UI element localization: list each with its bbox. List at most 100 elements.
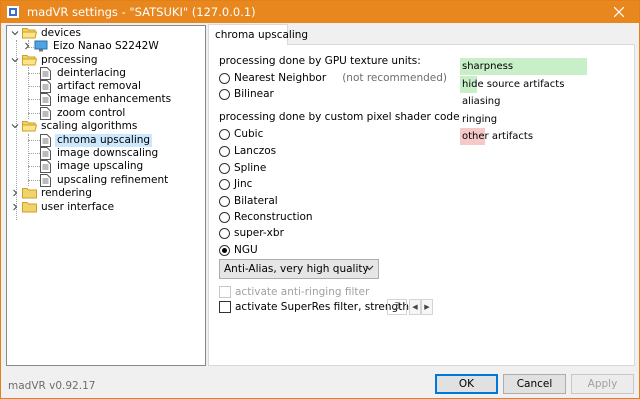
tree-item-image-upscaling[interactable]: image upscaling — [37, 159, 145, 173]
chevron-down-icon — [365, 263, 374, 275]
tree-item-devices[interactable]: devices — [9, 26, 83, 40]
tree-item-eizo-monitor[interactable]: Eizo Nanao S2242W — [21, 39, 161, 53]
tree-item-deinterlacing[interactable]: deinterlacing — [37, 66, 128, 80]
radio-spline[interactable]: Spline — [219, 162, 266, 174]
chevron-down-icon[interactable] — [9, 119, 21, 133]
close-button[interactable] — [599, 1, 639, 23]
folder-icon — [21, 186, 37, 200]
chevron-right-icon[interactable] — [9, 186, 21, 200]
tree-label: rendering — [41, 186, 92, 199]
tree-item-rendering[interactable]: rendering — [9, 186, 94, 200]
tree-item-chroma-upscaling[interactable]: chroma upscaling — [37, 133, 153, 147]
radio-bilateral[interactable]: Bilateral — [219, 195, 278, 207]
ok-button[interactable]: OK — [435, 374, 498, 394]
superres-strength-spinner[interactable]: 3 ◀ ▶ — [387, 299, 433, 315]
chevron-right-icon[interactable] — [21, 39, 33, 53]
radio-label: Bilinear — [234, 88, 274, 100]
radio-circle[interactable] — [219, 145, 230, 157]
close-icon — [614, 7, 624, 17]
tree-item-user-interface[interactable]: user interface — [9, 200, 116, 214]
radio-cubic[interactable]: Cubic — [219, 128, 263, 140]
radio-circle-selected[interactable] — [219, 244, 230, 256]
radio-nearest-neighbor[interactable]: Nearest Neighbor (not recommended) — [219, 72, 447, 84]
document-icon — [37, 106, 53, 120]
tree-item-upscaling-refinement[interactable]: upscaling refinement — [37, 173, 170, 187]
tree-label: image enhancements — [57, 92, 172, 105]
folder-open-icon — [21, 119, 37, 133]
anti-ringing-checkbox[interactable]: activate anti-ringing filter — [219, 286, 369, 298]
radio-circle[interactable] — [219, 211, 230, 223]
radio-bilinear[interactable]: Bilinear — [219, 88, 274, 100]
settings-tree[interactable]: devices Eizo Nanao S2242W processing dei… — [6, 25, 206, 366]
radio-label: Spline — [234, 162, 267, 174]
radio-lanczos[interactable]: Lanczos — [219, 145, 276, 157]
tree-label: chroma upscaling — [55, 133, 153, 147]
legend-row-sharpness: sharpness — [460, 58, 591, 75]
radio-ngu[interactable]: NGU — [219, 244, 258, 256]
radio-label: Reconstruction — [234, 211, 313, 223]
tree-item-processing[interactable]: processing — [9, 53, 100, 67]
quality-dropdown[interactable]: Anti-Alias, very high quality — [219, 259, 379, 279]
madvr-app-icon — [7, 6, 19, 18]
radio-label: Jinc — [234, 178, 253, 190]
tree-label: deinterlacing — [57, 66, 126, 79]
checkbox-box[interactable] — [219, 301, 231, 313]
quality-legend: sharpness hide source artifacts aliasing… — [460, 58, 591, 146]
tree-item-artifact-removal[interactable]: artifact removal — [37, 79, 143, 93]
checkbox-label: activate SuperRes filter, strength: — [235, 301, 413, 313]
legend-label: hide source artifacts — [462, 78, 565, 90]
radio-circle[interactable] — [219, 195, 230, 207]
radio-label: Bilateral — [234, 195, 278, 207]
tree-item-scaling-algorithms[interactable]: scaling algorithms — [9, 119, 139, 133]
title-bar[interactable]: madVR settings - "SATSUKI" (127.0.0.1) — [1, 1, 639, 23]
radio-circle[interactable] — [219, 88, 230, 100]
radio-circle[interactable] — [219, 227, 230, 239]
radio-circle[interactable] — [219, 72, 230, 84]
radio-reconstruction[interactable]: Reconstruction — [219, 211, 313, 223]
document-icon — [37, 133, 53, 147]
legend-label: aliasing — [462, 96, 501, 107]
radio-label: Lanczos — [234, 145, 277, 157]
document-icon — [37, 79, 53, 93]
decrement-button[interactable]: ◀ — [409, 299, 421, 315]
checkbox-label: activate anti-ringing filter — [235, 286, 370, 298]
tree-item-image-downscaling[interactable]: image downscaling — [37, 146, 160, 160]
radio-circle[interactable] — [219, 178, 230, 190]
tree-label: Eizo Nanao S2242W — [53, 39, 159, 52]
tree-item-zoom-control[interactable]: zoom control — [37, 106, 127, 120]
radio-label: Nearest Neighbor — [234, 72, 327, 84]
folder-open-icon — [21, 26, 37, 40]
tree-item-image-enhancements[interactable]: image enhancements — [37, 92, 173, 106]
settings-window: madVR settings - "SATSUKI" (127.0.0.1) d… — [0, 0, 640, 399]
chevron-right-icon[interactable] — [9, 200, 21, 214]
arrow-right-icon: ▶ — [424, 303, 430, 311]
superres-strength-value[interactable]: 3 — [387, 299, 407, 315]
tree-label: processing — [41, 53, 98, 66]
legend-row-hide-source-artifacts: hide source artifacts — [460, 75, 591, 93]
radio-circle[interactable] — [219, 162, 230, 174]
legend-row-ringing: ringing — [460, 110, 591, 128]
chevron-down-icon[interactable] — [9, 53, 21, 67]
quality-dropdown-value: Anti-Alias, very high quality — [224, 263, 369, 275]
increment-button[interactable]: ▶ — [421, 299, 433, 315]
tab-chroma-upscaling[interactable]: chroma upscaling — [208, 24, 308, 45]
document-icon — [37, 92, 53, 106]
cancel-button[interactable]: Cancel — [503, 374, 566, 394]
superres-checkbox[interactable]: activate SuperRes filter, strength: — [219, 301, 413, 313]
chevron-down-icon[interactable] — [9, 26, 21, 40]
tree-label: image downscaling — [57, 146, 159, 159]
apply-button[interactable]: Apply — [571, 374, 634, 394]
checkbox-box[interactable] — [219, 286, 231, 298]
not-recommended-note: (not recommended) — [342, 72, 448, 84]
legend-row-other-artifacts: other artifacts — [460, 128, 591, 145]
tree-label: artifact removal — [57, 79, 141, 92]
radio-super-xbr[interactable]: super-xbr — [219, 227, 284, 239]
tree-label: image upscaling — [57, 159, 144, 172]
tree-label: zoom control — [57, 106, 126, 119]
radio-circle[interactable] — [219, 128, 230, 140]
tree-label: user interface — [41, 200, 115, 213]
document-icon — [37, 173, 53, 187]
radio-label: Cubic — [234, 128, 264, 140]
radio-jinc[interactable]: Jinc — [219, 178, 252, 190]
chroma-upscaling-panel: processing done by GPU texture units: Ne… — [208, 44, 635, 366]
